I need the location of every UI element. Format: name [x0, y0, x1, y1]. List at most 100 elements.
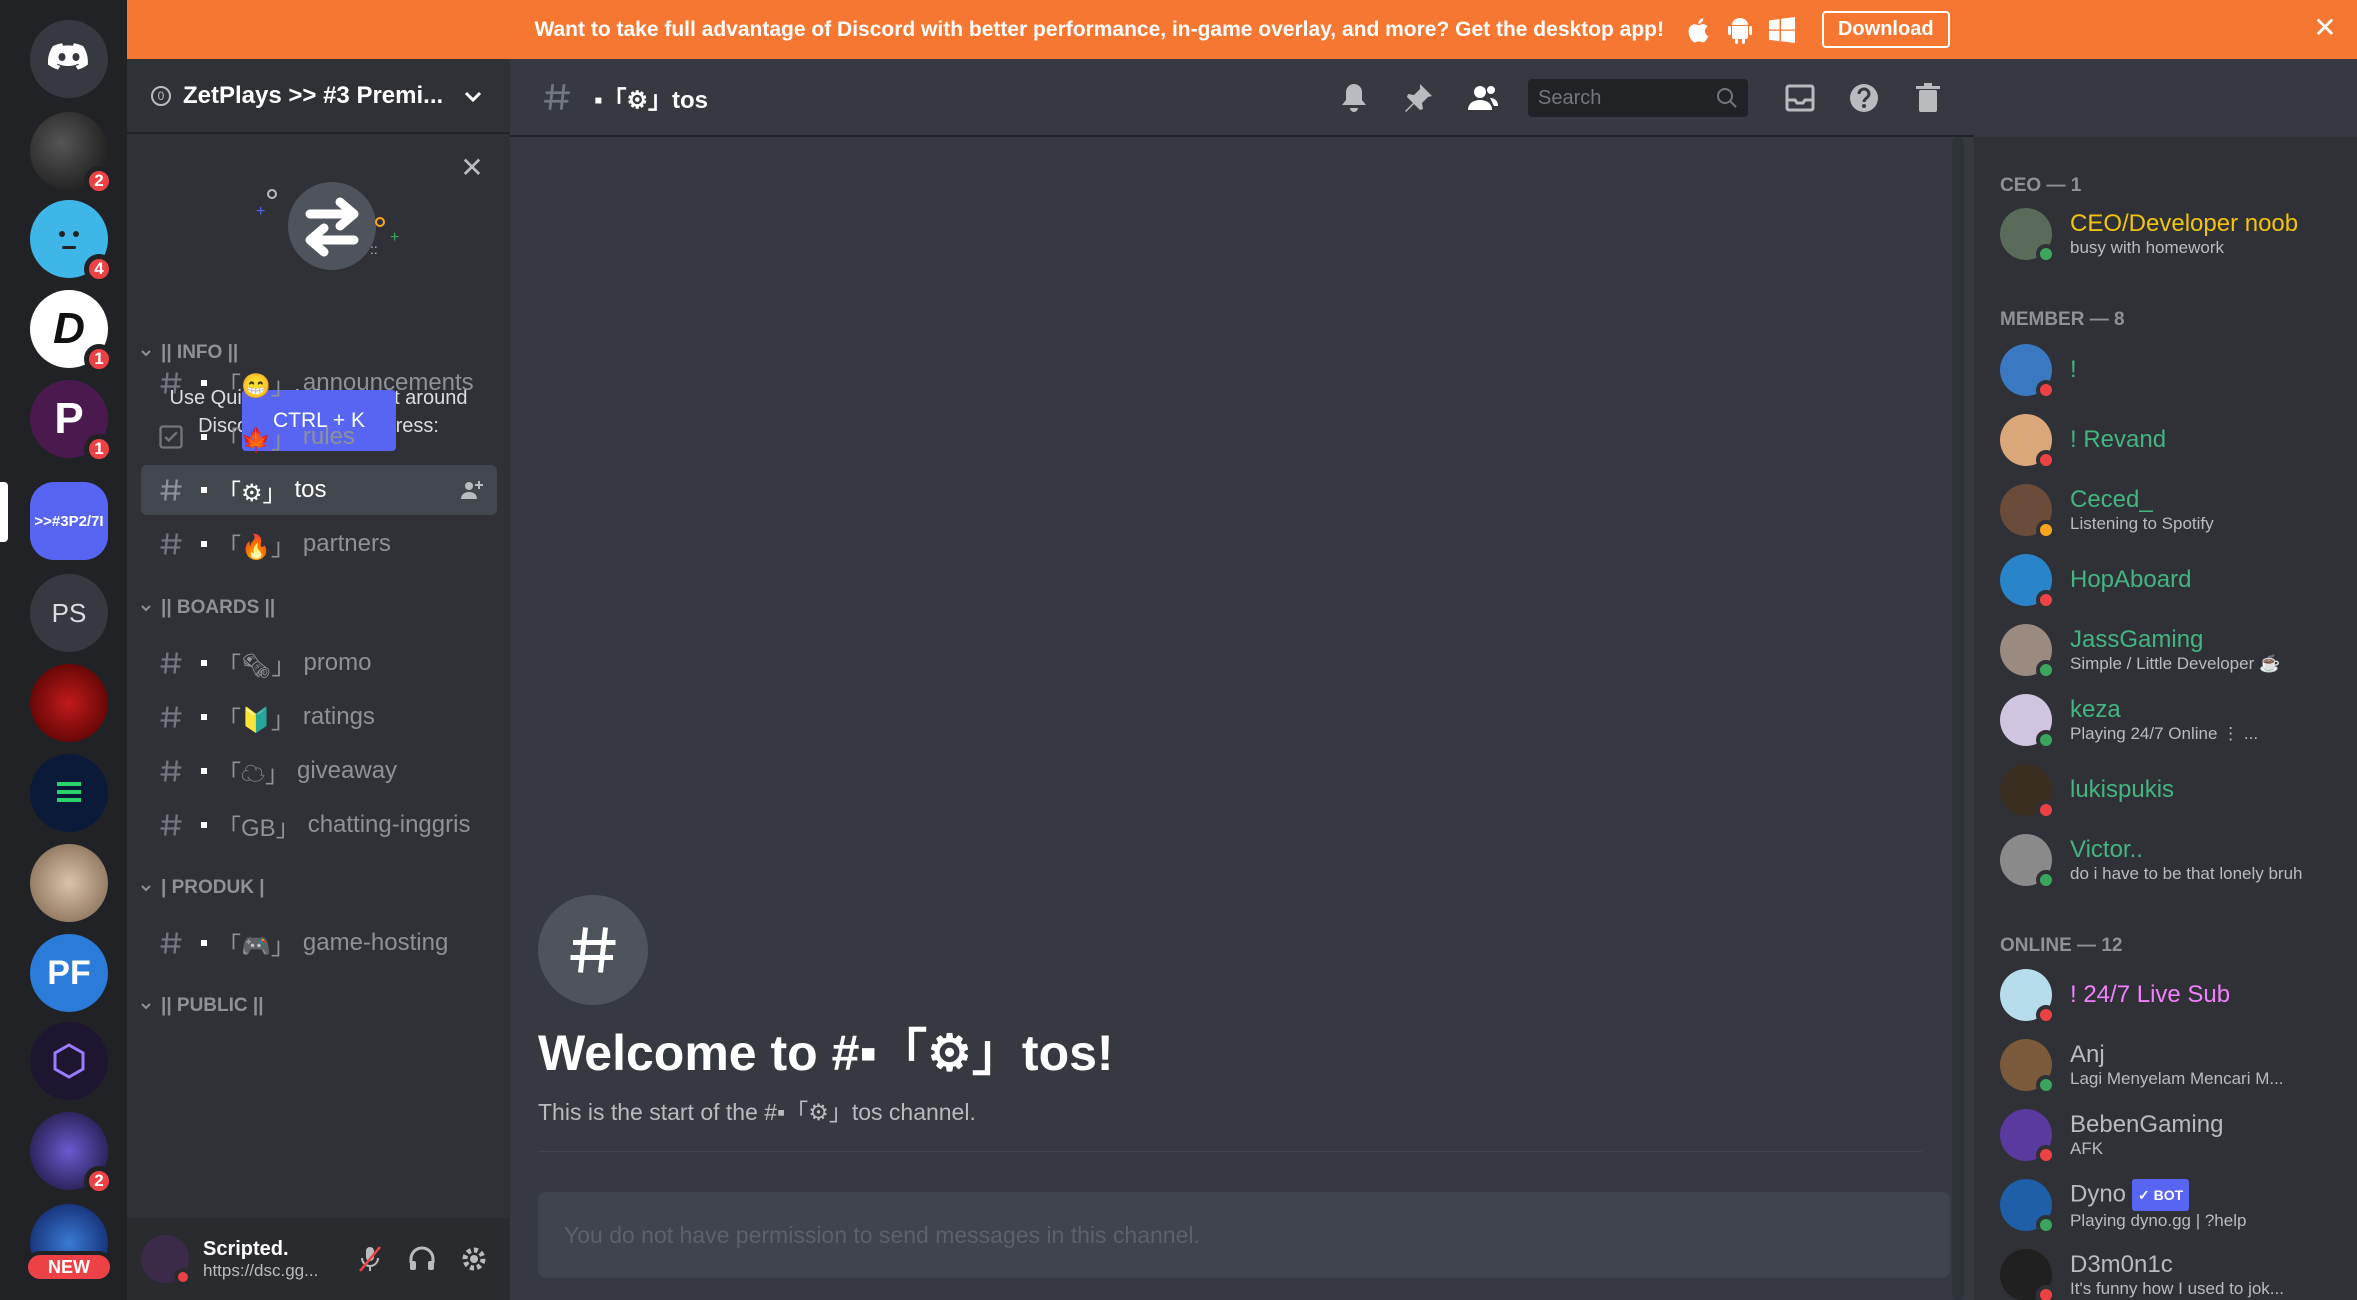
- invite-user-icon[interactable]: [459, 477, 485, 503]
- member-activity: Lagi Menyelam Mencari M...: [2070, 1069, 2284, 1088]
- server-icon[interactable]: 2: [30, 1112, 114, 1196]
- server-icon[interactable]: [30, 1022, 108, 1100]
- notification-bell-icon[interactable]: [1336, 80, 1372, 116]
- member-info: Ceced_ Listening to Spotify: [2070, 486, 2340, 534]
- member-item[interactable]: Ceced_ Listening to Spotify: [2000, 477, 2350, 543]
- pin-icon[interactable]: [1400, 80, 1436, 116]
- channel-tos[interactable]: 「⚙」 tos: [141, 465, 497, 515]
- member-item[interactable]: lukispukis: [2000, 757, 2350, 823]
- mute-microphone-icon[interactable]: [354, 1243, 386, 1275]
- member-list-icon[interactable]: [1464, 80, 1500, 116]
- channel-title: ▪「⚙」tos: [594, 86, 709, 114]
- status-indicator-icon: [2036, 870, 2056, 890]
- server-avatar: [30, 664, 108, 742]
- member-item[interactable]: Dyno ✓ BOT Playing dyno.gg | ?help: [2000, 1172, 2350, 1238]
- search-input[interactable]: Search: [1528, 79, 1748, 117]
- channel-chatting-inggris[interactable]: 「GB」 chatting-inggris: [141, 800, 497, 850]
- settings-gear-icon[interactable]: [458, 1243, 490, 1275]
- discord-logo-icon: [30, 20, 108, 98]
- status-indicator-icon: [2036, 380, 2056, 400]
- member-item[interactable]: Victor.. do i have to be that lonely bruh: [2000, 827, 2350, 893]
- category-public[interactable]: || PUBLIC ||: [139, 995, 264, 1017]
- scrollbar[interactable]: [1952, 137, 1964, 1300]
- channel-announcements[interactable]: 「😁」 announcements: [141, 358, 497, 408]
- member-item[interactable]: ! 24/7 Live Sub: [2000, 962, 2350, 1028]
- category-label: || BOARDS ||: [161, 597, 276, 618]
- channel-emoji: 「⚙」: [217, 479, 287, 507]
- channel-partners[interactable]: 「🔥」 partners: [141, 519, 497, 569]
- help-icon[interactable]: [1846, 80, 1882, 116]
- member-item[interactable]: D3m0n1c It's funny how I used to jok...: [2000, 1242, 2350, 1300]
- download-button[interactable]: Download: [1821, 11, 1950, 48]
- member-avatar: [2000, 694, 2056, 750]
- member-name-text: ! Revand: [2070, 426, 2167, 453]
- channel-rules[interactable]: 「🍁」 rules: [141, 412, 497, 462]
- server-icon[interactable]: [30, 844, 108, 922]
- new-badge: NEW: [24, 1251, 114, 1283]
- inbox-icon[interactable]: [1782, 80, 1818, 116]
- channel-game-hosting[interactable]: 「🎮」 game-hosting: [141, 918, 497, 968]
- channel-emoji: 「🔥」: [217, 533, 295, 561]
- server-icon[interactable]: [30, 754, 108, 832]
- channel-giveaway[interactable]: 「☁」 giveaway: [141, 746, 497, 796]
- member-activity: AFK: [2070, 1139, 2104, 1158]
- member-item[interactable]: !: [2000, 337, 2350, 403]
- trash-icon[interactable]: [1910, 80, 1946, 116]
- guild-header[interactable]: 0 ZetPlays >> #3 Premi...: [127, 59, 510, 134]
- server-icon[interactable]: PF: [30, 934, 108, 1012]
- member-name: Ceced_: [2070, 486, 2340, 514]
- server-icon[interactable]: [30, 664, 108, 742]
- server-icon[interactable]: D 1: [30, 290, 114, 374]
- member-name-text: D3m0n1c: [2070, 1251, 2173, 1278]
- server-icon[interactable]: PS: [30, 574, 108, 652]
- member-item[interactable]: Anj Lagi Menyelam Mencari M...: [2000, 1032, 2350, 1098]
- member-item[interactable]: JassGaming Simple / Little Developer ☕: [2000, 617, 2350, 683]
- server-icon[interactable]: P 1: [30, 380, 114, 464]
- close-icon[interactable]: ✕: [2311, 14, 2339, 42]
- svg-text:::: ::: [370, 241, 378, 257]
- channel-name: promo: [303, 649, 372, 676]
- boost-level-icon: 0: [151, 85, 171, 106]
- member-avatar: [2000, 624, 2056, 680]
- home-button[interactable]: [30, 20, 108, 98]
- channel-name: announcements: [302, 369, 474, 396]
- server-icon-active[interactable]: >>#3P2/7I: [30, 482, 108, 560]
- status-indicator-icon: [2036, 800, 2056, 820]
- user-avatar[interactable]: [141, 1235, 192, 1286]
- apple-icon[interactable]: [1684, 16, 1712, 44]
- user-info[interactable]: Scripted. https://dsc.gg...: [203, 1238, 354, 1281]
- channel-ratings[interactable]: 「🔰」 ratings: [141, 692, 497, 742]
- member-name-text: Ceced_: [2070, 486, 2153, 513]
- category-label: | PRODUK |: [161, 877, 265, 898]
- member-name: CEO/Developer noob: [2070, 210, 2340, 238]
- member-name-text: CEO/Developer noob: [2070, 210, 2299, 237]
- member-item[interactable]: BebenGaming AFK: [2000, 1102, 2350, 1168]
- windows-icon[interactable]: [1768, 16, 1796, 44]
- message-input[interactable]: You do not have permission to send messa…: [538, 1192, 1950, 1278]
- selected-server-indicator: [0, 482, 8, 542]
- server-icon[interactable]: 2: [30, 112, 114, 196]
- member-item[interactable]: keza Playing 24/7 Online ⋮ ...: [2000, 687, 2350, 753]
- member-info: D3m0n1c It's funny how I used to jok...: [2070, 1251, 2340, 1299]
- headphones-icon[interactable]: [406, 1243, 438, 1275]
- member-info: keza Playing 24/7 Online ⋮ ...: [2070, 696, 2340, 744]
- bullet: [201, 822, 207, 828]
- member-info: HopAboard: [2070, 566, 2191, 594]
- bullet: [201, 660, 207, 666]
- member-item[interactable]: HopAboard: [2000, 547, 2350, 613]
- server-avatar: >>#3P2/7I: [30, 482, 108, 560]
- android-icon[interactable]: [1726, 16, 1754, 44]
- member-item[interactable]: CEO/Developer noob busy with homework: [2000, 201, 2350, 267]
- member-activity: Playing dyno.gg | ?help: [2070, 1211, 2247, 1230]
- member-avatar: [2000, 764, 2056, 820]
- category-boards[interactable]: || BOARDS ||: [139, 597, 275, 619]
- server-icon[interactable]: 4: [30, 200, 114, 284]
- channel-name: partners: [302, 530, 391, 557]
- close-icon[interactable]: ✕: [460, 154, 484, 182]
- bot-badge: ✓ BOT: [2132, 1179, 2190, 1211]
- member-item[interactable]: ! Revand: [2000, 407, 2350, 473]
- category-produk[interactable]: | PRODUK |: [139, 877, 265, 899]
- member-avatar: [2000, 1249, 2056, 1300]
- channel-promo[interactable]: 「🗞」 promo: [141, 638, 497, 688]
- platform-icons: [1684, 16, 1796, 44]
